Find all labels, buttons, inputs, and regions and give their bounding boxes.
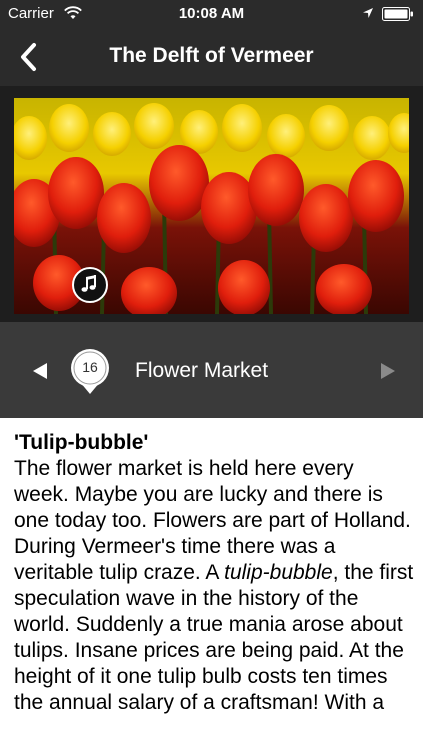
body-text-italic: tulip-bubble xyxy=(224,561,333,584)
audio-play-button[interactable] xyxy=(72,267,108,303)
page-title: The Delft of Vermeer xyxy=(109,44,314,67)
location-icon xyxy=(363,8,373,18)
next-stop-button[interactable] xyxy=(378,361,398,381)
description-heading: 'Tulip-bubble' xyxy=(14,431,149,454)
stop-navigation-bar: 16 Flower Market xyxy=(0,322,423,418)
triangle-right-icon xyxy=(381,363,395,379)
stop-number: 16 xyxy=(82,359,98,375)
music-note-icon xyxy=(81,275,96,292)
status-time: 10:08 AM xyxy=(178,5,245,22)
stop-description: 'Tulip-bubble' The flower market is held… xyxy=(14,430,414,716)
description-body: The flower market is held here every wee… xyxy=(14,456,414,716)
previous-stop-button[interactable] xyxy=(30,361,50,381)
triangle-left-icon xyxy=(33,363,47,379)
battery-icon xyxy=(382,7,413,21)
hero-area xyxy=(0,86,423,322)
status-bar: Carrier 10:08 AM xyxy=(0,0,423,28)
stop-name: Flower Market xyxy=(135,359,269,382)
navigation-bar: The Delft of Vermeer xyxy=(0,28,423,86)
